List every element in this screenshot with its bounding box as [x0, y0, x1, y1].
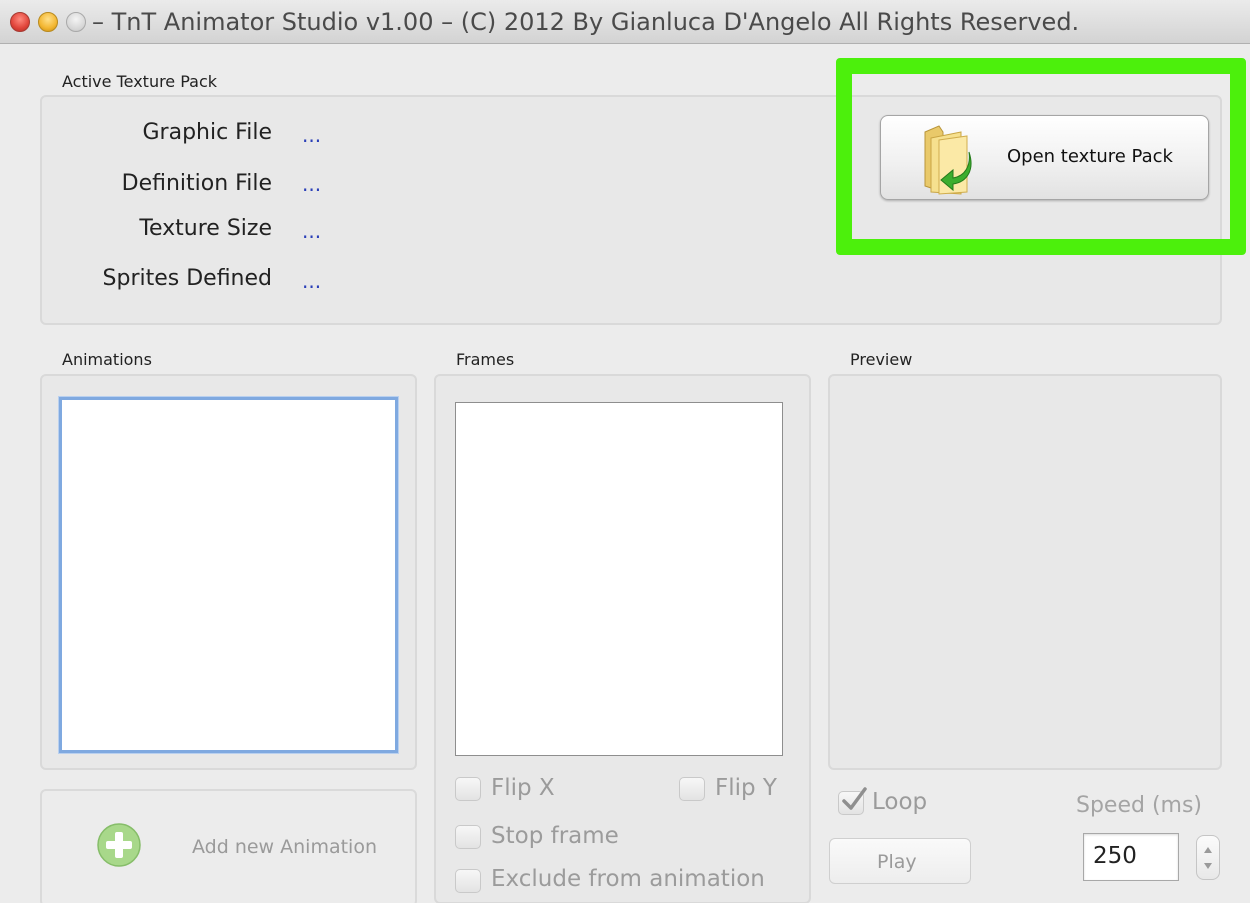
- animations-list[interactable]: [59, 397, 398, 753]
- add-new-animation-button[interactable]: Add new Animation: [40, 789, 417, 903]
- definition-file-label: Definition File: [121, 171, 272, 196]
- title-bar: – TnT Animator Studio v1.00 – (C) 2012 B…: [0, 0, 1250, 44]
- add-icon: [97, 823, 141, 867]
- speed-value: 250: [1093, 843, 1137, 869]
- zoom-window-button[interactable]: [66, 12, 86, 32]
- flip-y-checkbox[interactable]: [679, 777, 705, 801]
- close-window-button[interactable]: [10, 12, 30, 32]
- active-texture-pack-label: Active Texture Pack: [62, 72, 218, 91]
- add-new-animation-label: Add new Animation: [192, 836, 377, 858]
- stop-frame-label: Stop frame: [491, 823, 619, 849]
- loop-label: Loop: [872, 789, 928, 815]
- flip-x-label: Flip X: [491, 775, 555, 801]
- preview-group: [828, 374, 1222, 770]
- play-button-label: Play: [877, 851, 917, 873]
- exclude-from-animation-checkbox[interactable]: [455, 869, 481, 893]
- stop-frame-checkbox[interactable]: [455, 825, 481, 849]
- frames-label: Frames: [456, 350, 515, 369]
- speed-input[interactable]: 250: [1083, 833, 1179, 881]
- flip-y-label: Flip Y: [715, 775, 777, 801]
- play-button[interactable]: Play: [829, 838, 971, 884]
- open-texture-pack-button[interactable]: Open texture Pack: [880, 115, 1209, 200]
- sprites-defined-value: ...: [302, 269, 322, 293]
- animations-label: Animations: [62, 350, 152, 369]
- graphic-file-value: ...: [302, 123, 322, 147]
- stepper-arrows-icon: [1204, 847, 1212, 869]
- open-texture-pack-label: Open texture Pack: [1007, 146, 1173, 167]
- texture-size-value: ...: [302, 219, 322, 243]
- speed-label: Speed (ms): [1076, 793, 1203, 818]
- folder-open-icon: [924, 125, 972, 195]
- checkmark-icon: [842, 787, 867, 810]
- exclude-from-animation-label: Exclude from animation: [491, 866, 765, 892]
- texture-size-label: Texture Size: [139, 216, 272, 241]
- definition-file-value: ...: [302, 172, 322, 196]
- loop-checkbox[interactable]: [838, 787, 867, 815]
- sprites-defined-label: Sprites Defined: [102, 266, 272, 291]
- graphic-file-label: Graphic File: [142, 120, 273, 145]
- speed-stepper[interactable]: [1196, 835, 1220, 880]
- flip-x-checkbox[interactable]: [455, 777, 481, 801]
- window-title: – TnT Animator Studio v1.00 – (C) 2012 B…: [92, 8, 1080, 36]
- minimize-window-button[interactable]: [38, 12, 58, 32]
- preview-label: Preview: [850, 350, 913, 369]
- frames-list[interactable]: [455, 402, 783, 756]
